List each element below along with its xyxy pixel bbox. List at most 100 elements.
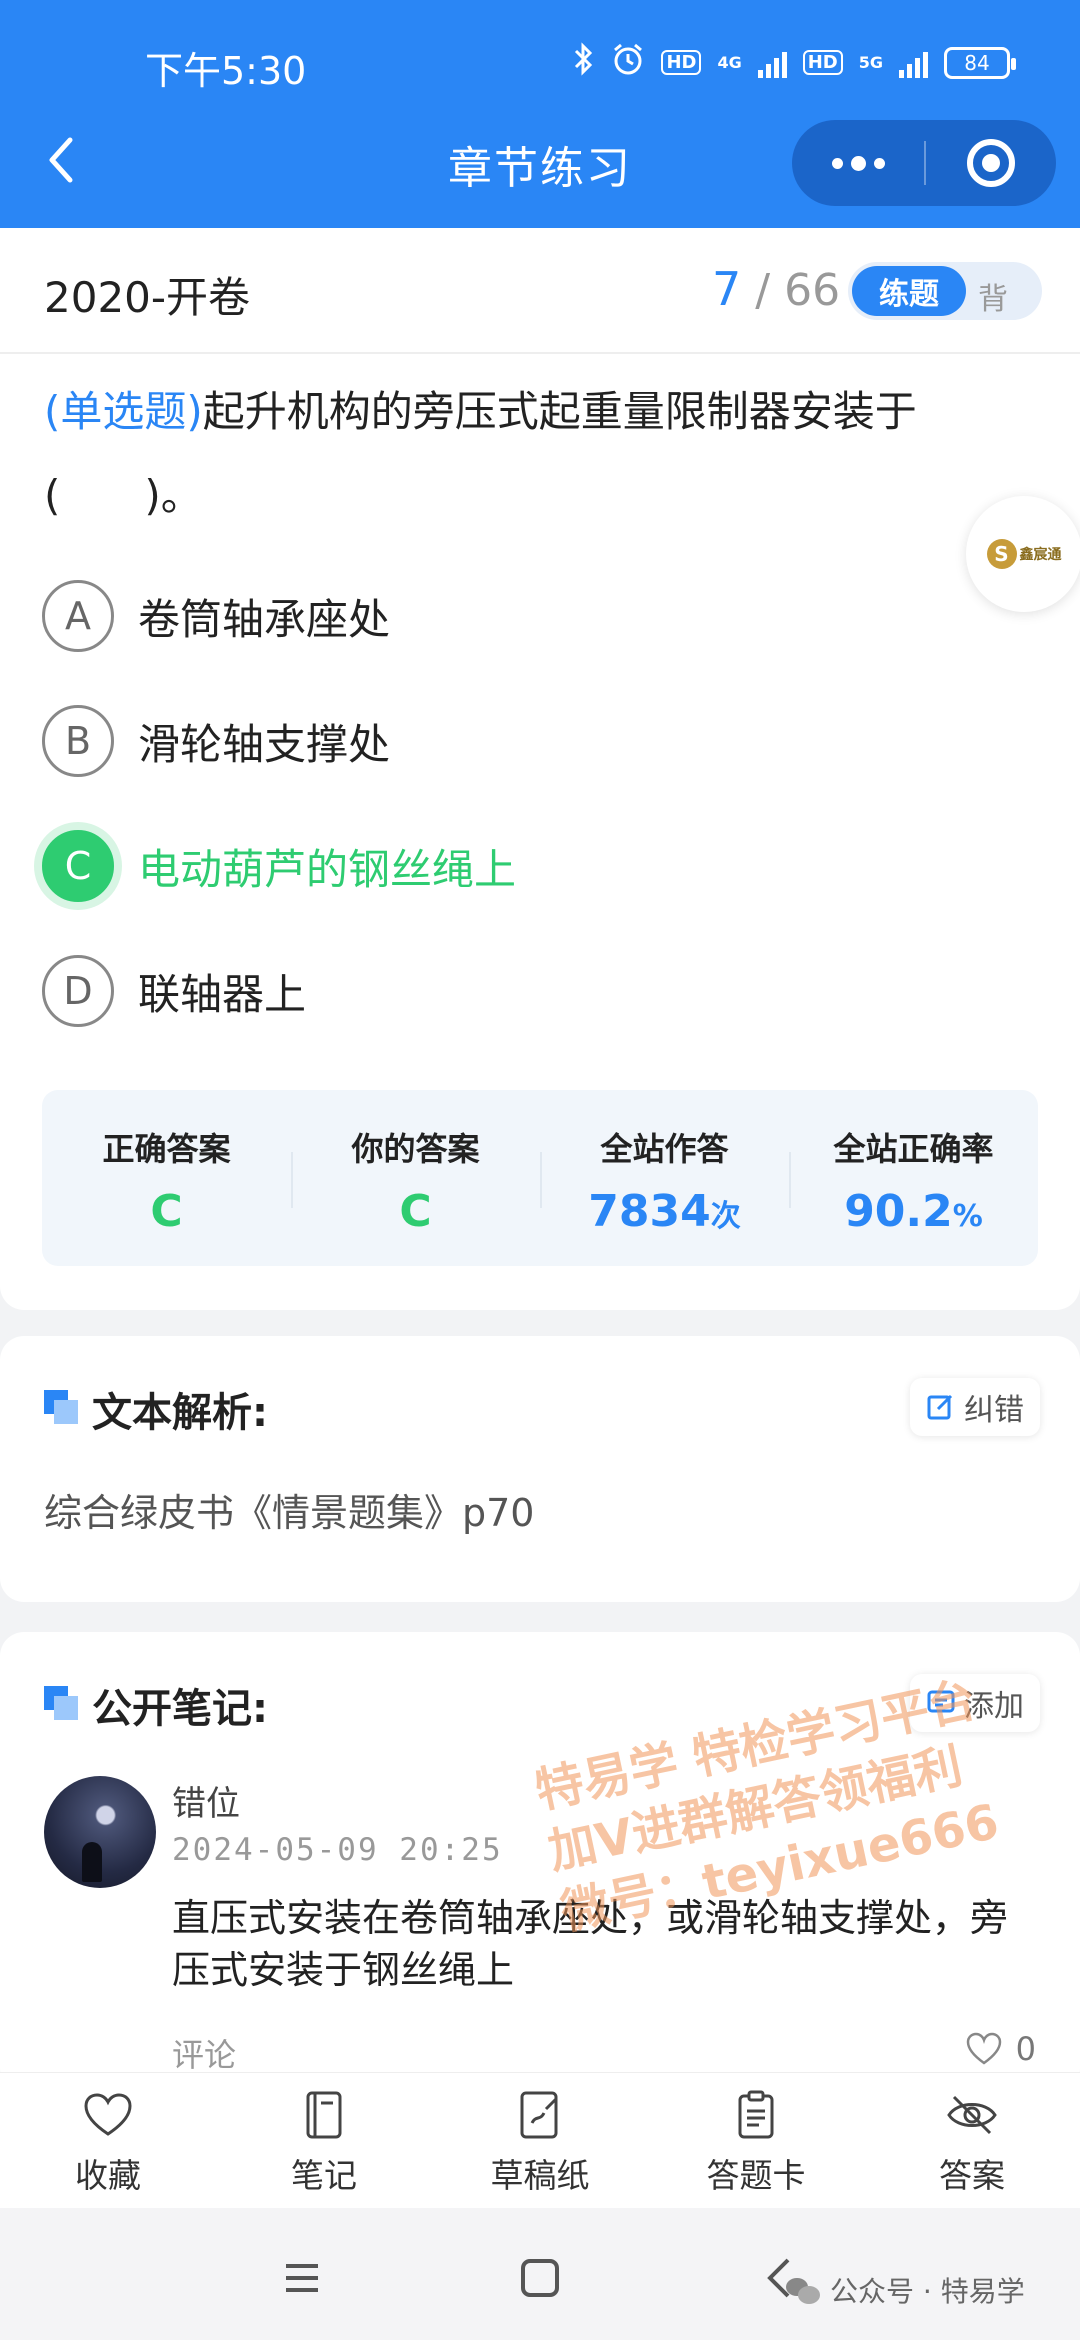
toolbar-label: 答案: [939, 2156, 1005, 2195]
stat-label: 全站作答: [600, 1130, 729, 1168]
more-button[interactable]: [792, 120, 924, 206]
status-icons: HD 4G HD 5G 84: [573, 42, 1016, 83]
close-program-button[interactable]: [926, 120, 1056, 206]
section-marker-icon: [44, 1686, 78, 1720]
answer-card-icon: [738, 2090, 774, 2139]
top-bar: 下午5:30 HD 4G HD 5G 84 章节练习: [0, 0, 1080, 228]
stat-value: 90.2%: [789, 1186, 1038, 1237]
option-b[interactable]: B 滑轮轴支撑处: [42, 703, 390, 779]
progress-separator: /: [755, 265, 771, 316]
toolbar-label: 答题卡: [706, 2156, 806, 2195]
hd-badge: HD: [661, 50, 702, 75]
option-letter: A: [42, 580, 114, 652]
signal-icon-2: [899, 48, 928, 78]
home-nav-button[interactable]: [510, 2248, 570, 2308]
comment-link[interactable]: 评论: [172, 2030, 236, 2076]
comment-icon: [927, 1690, 955, 1713]
mode-memorize-button[interactable]: 背: [978, 274, 1008, 318]
attempts-number: 7834: [588, 1186, 711, 1237]
logo-icon: S: [986, 539, 1017, 569]
question-header: 2020-开卷 7 / 66 练题 背: [0, 228, 1080, 354]
note-body: 直压式安装在卷筒轴承座处，或滑轮轴支撑处，旁压式安装于钢丝绳上: [172, 1896, 1009, 1992]
option-text: 联轴器上: [138, 969, 307, 1019]
question-text: (单选题)起升机构的旁压式起重量限制器安装于( )。: [44, 370, 1044, 538]
more-dot-icon: [831, 157, 843, 169]
explanation-title: 文本解析:: [92, 1390, 268, 1436]
heart-icon: [84, 2093, 132, 2136]
option-letter: C: [42, 830, 114, 902]
battery-icon: 84: [944, 46, 1016, 79]
notebook-icon: [306, 2091, 342, 2139]
show-answer-button[interactable]: 答案: [864, 2073, 1080, 2208]
option-text: 电动葫芦的钢丝绳上: [138, 844, 517, 894]
question-progress[interactable]: 7 / 66: [712, 262, 840, 316]
draft-icon: [520, 2091, 558, 2139]
favorite-button[interactable]: 收藏: [0, 2073, 216, 2208]
chapter-name: 2020-开卷: [44, 273, 251, 322]
answer-stats: 正确答案 C 你的答案 C 全站作答 7834次 全站正确率 90.2%: [42, 1090, 1038, 1266]
stat-accuracy: 全站正确率 90.2%: [789, 1090, 1038, 1266]
draft-button[interactable]: 草稿纸: [432, 2073, 648, 2208]
mode-practice-button[interactable]: 练题: [852, 266, 966, 316]
stat-label: 你的答案: [351, 1130, 480, 1168]
stat-label: 全站正确率: [833, 1130, 994, 1168]
question-card: 2020-开卷 7 / 66 练题 背 (单选题)起升机构的旁压式起重量限制器安…: [0, 228, 1080, 1310]
bluetooth-icon: [573, 42, 595, 83]
option-text: 卷筒轴承座处: [138, 594, 391, 644]
network-5g: 5G: [858, 53, 883, 72]
signal-icon: [757, 48, 787, 78]
option-letter: B: [42, 705, 114, 777]
stat-value: C: [399, 1186, 432, 1237]
alarm-icon: [611, 42, 645, 83]
like-button[interactable]: 0: [966, 2030, 1036, 2068]
question-type: (单选题): [44, 387, 203, 436]
option-letter: D: [42, 955, 114, 1027]
option-d[interactable]: D 联轴器上: [42, 953, 306, 1029]
report-error-label: 纠错: [964, 1393, 1024, 1428]
stat-label: 正确答案: [102, 1130, 231, 1168]
notes-card: 公开笔记: 添加 错位 2024-05-09 20:25 直压式安装在卷筒轴承座…: [0, 1632, 1080, 2092]
more-dot-icon: [850, 155, 866, 171]
wechat-icon: [786, 2276, 820, 2304]
attempts-unit: 次: [710, 1199, 741, 1234]
report-error-button[interactable]: 纠错: [910, 1378, 1040, 1436]
mini-program-capsule: [792, 120, 1056, 206]
more-dot-icon: [873, 157, 885, 169]
like-count: 0: [1015, 2030, 1036, 2068]
logo-text: 鑫宸通: [1019, 547, 1062, 563]
menu-nav-button[interactable]: [272, 2248, 332, 2308]
section-marker-icon: [44, 1390, 78, 1424]
status-bar: 下午5:30 HD 4G HD 5G 84: [0, 0, 1080, 120]
option-c[interactable]: C 电动葫芦的钢丝绳上: [42, 828, 516, 904]
explanation-text: 综合绿皮书《情景题集》p70: [44, 1491, 535, 1535]
stat-correct-answer: 正确答案 C: [42, 1090, 291, 1266]
bottom-toolbar: 收藏 笔记 草稿纸 答题卡 答案: [0, 2072, 1080, 2208]
note-author: 错位: [172, 1784, 240, 1824]
explanation-card: 文本解析: 纠错 综合绿皮书《情景题集》p70: [0, 1336, 1080, 1602]
target-icon: [967, 139, 1015, 187]
notes-title: 公开笔记:: [92, 1686, 268, 1732]
stat-value: C: [150, 1186, 183, 1237]
answer-card-button[interactable]: 答题卡: [648, 2073, 864, 2208]
stat-attempts: 全站作答 7834次: [540, 1090, 789, 1266]
notes-button[interactable]: 笔记: [216, 2073, 432, 2208]
wechat-official-tag: 公众号 · 特易学: [786, 2270, 1025, 2310]
add-note-label: 添加: [964, 1689, 1024, 1724]
network-4g: 4G: [717, 53, 742, 72]
menu-icon: [286, 2264, 318, 2292]
floating-logo-button[interactable]: S 鑫宸通: [966, 496, 1080, 612]
toolbar-label: 草稿纸: [490, 2156, 590, 2195]
toolbar-label: 笔记: [291, 2156, 357, 2195]
toolbar-label: 收藏: [75, 2156, 141, 2195]
hd-badge-2: HD: [802, 50, 843, 75]
current-index: 7: [712, 262, 742, 316]
avatar[interactable]: [44, 1776, 156, 1888]
option-a[interactable]: A 卷筒轴承座处: [42, 578, 390, 654]
option-text: 滑轮轴支撑处: [138, 719, 391, 769]
home-square-icon: [521, 2259, 559, 2297]
mode-toggle: 练题 背: [848, 262, 1042, 320]
wechat-tag-text: 公众号 · 特易学: [830, 2275, 1025, 2308]
stat-your-answer: 你的答案 C: [291, 1090, 540, 1266]
total-count: 66: [784, 265, 841, 316]
add-note-button[interactable]: 添加: [910, 1674, 1040, 1732]
